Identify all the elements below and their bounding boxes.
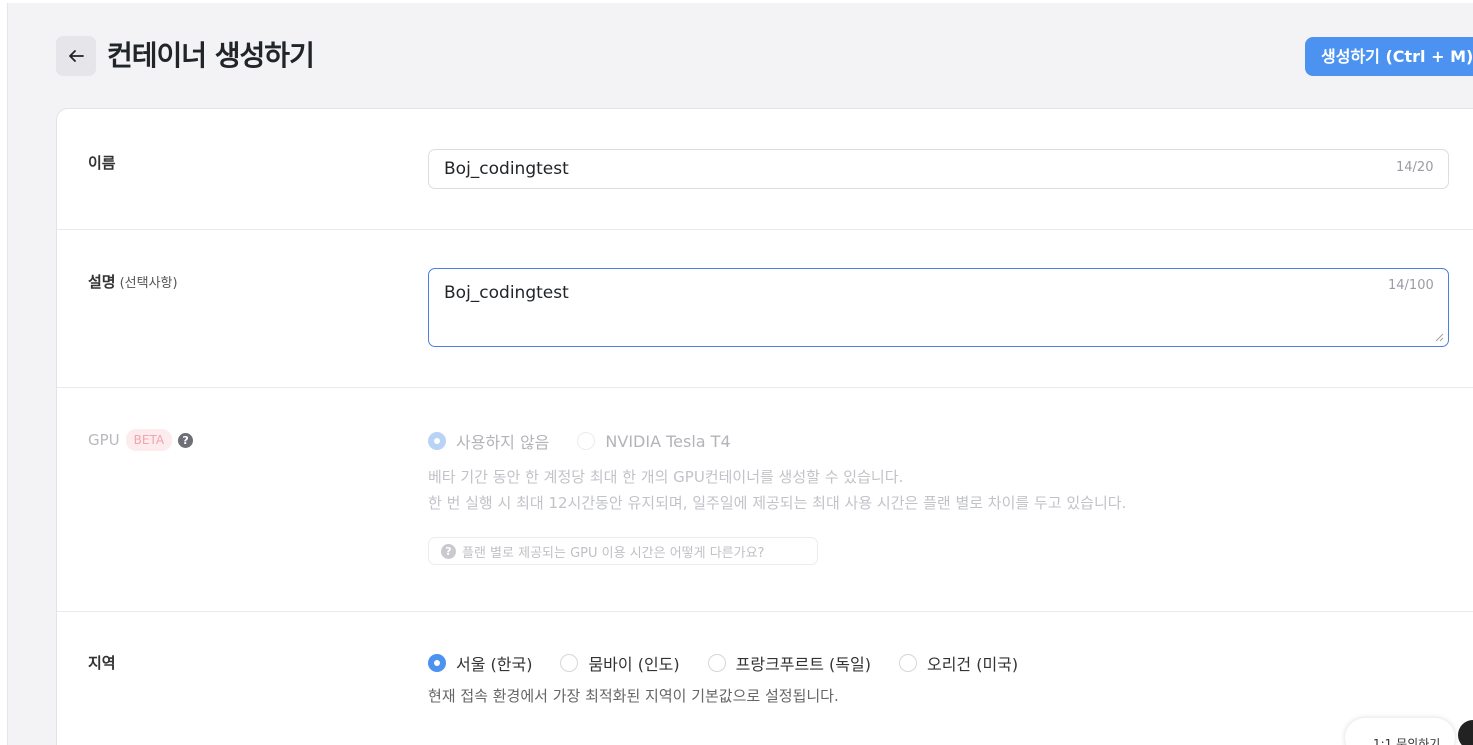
region-option-label: 서울 (한국) bbox=[456, 655, 533, 674]
gpu-help-text: 베타 기간 동안 한 계정당 최대 한 개의 GPU컨테이너를 생성할 수 있습… bbox=[428, 464, 1126, 516]
region-option-oregon[interactable]: 오리건 (미국) bbox=[898, 651, 1019, 675]
help-icon[interactable]: ? bbox=[178, 432, 194, 448]
top-edge bbox=[7, 0, 1473, 3]
radio-unselected-icon bbox=[577, 432, 596, 450]
region-option-label: 프랑크푸르트 (독일) bbox=[735, 655, 871, 674]
region-radio-group: 서울 (한국) 뭄바이 (인도) 프랑크푸르트 (독일) 오리건 (미국) bbox=[428, 651, 1046, 675]
region-option-frankfurt[interactable]: 프랑크푸르트 (독일) bbox=[707, 651, 871, 675]
chat-support-button[interactable]: 1:1 문의하기 bbox=[1345, 718, 1455, 745]
row-divider bbox=[57, 387, 1473, 388]
name-input[interactable]: Boj_codingtest bbox=[428, 149, 1449, 189]
region-option-mumbai[interactable]: 뭄바이 (인도) bbox=[560, 651, 680, 675]
arrow-left-icon bbox=[69, 50, 84, 62]
name-label: 이름 bbox=[88, 154, 116, 172]
gpu-faq-link[interactable]: ? 플랜 별로 제공되는 GPU 이용 시간은 어떻게 다른가요? bbox=[428, 537, 818, 565]
region-option-label: 뭄바이 (인도) bbox=[588, 655, 680, 674]
region-option-label: 오리건 (미국) bbox=[926, 655, 1019, 674]
gpu-label-group: GPU BETA ? bbox=[88, 428, 194, 452]
radio-unselected-icon bbox=[560, 654, 579, 672]
gpu-option-t4[interactable]: NVIDIA Tesla T4 bbox=[577, 431, 731, 451]
gpu-option-label: 사용하지 않음 bbox=[456, 433, 550, 452]
region-help-text: 현재 접속 환경에서 가장 최적화된 지역이 기본값으로 설정됩니다. bbox=[428, 687, 839, 705]
gpu-radio-group: 사용하지 않음 NVIDIA Tesla T4 bbox=[428, 429, 759, 453]
form-card bbox=[56, 108, 1473, 745]
description-label-text: 설명 bbox=[88, 273, 116, 291]
radio-selected-icon bbox=[428, 432, 446, 450]
description-counter: 14/100 bbox=[1388, 278, 1434, 293]
back-button[interactable] bbox=[56, 36, 96, 76]
resize-handle-icon[interactable] bbox=[1435, 333, 1444, 342]
page-title: 컨테이너 생성하기 bbox=[107, 39, 315, 72]
description-label: 설명 (선택사항) bbox=[88, 271, 178, 292]
row-divider bbox=[57, 611, 1473, 612]
radio-selected-icon bbox=[428, 654, 446, 672]
name-counter: 14/20 bbox=[1396, 160, 1434, 175]
gpu-option-none[interactable]: 사용하지 않음 bbox=[428, 429, 549, 453]
create-button[interactable]: 생성하기 (Ctrl + M) bbox=[1305, 37, 1473, 76]
description-label-optional: (선택사항) bbox=[119, 276, 178, 291]
gpu-faq-text: 플랜 별로 제공되는 GPU 이용 시간은 어떻게 다른가요? bbox=[462, 545, 765, 561]
radio-unselected-icon bbox=[898, 654, 917, 672]
gpu-help-line: 베타 기간 동안 한 계정당 최대 한 개의 GPU컨테이너를 생성할 수 있습… bbox=[428, 468, 904, 486]
gpu-help-line: 한 번 실행 시 최대 12시간동안 유지되며, 일주일에 제공되는 최대 사용… bbox=[428, 494, 1127, 512]
beta-badge: BETA bbox=[125, 429, 173, 451]
page: 컨테이너 생성하기 생성하기 (Ctrl + M) 이름 Boj_codingt… bbox=[0, 0, 1473, 745]
gpu-option-label: NVIDIA Tesla T4 bbox=[605, 431, 731, 451]
region-label: 지역 bbox=[88, 654, 116, 672]
gpu-label: GPU bbox=[88, 431, 120, 449]
radio-unselected-icon bbox=[707, 654, 726, 672]
region-option-seoul[interactable]: 서울 (한국) bbox=[428, 651, 532, 675]
row-divider bbox=[57, 229, 1473, 230]
question-icon: ? bbox=[441, 543, 456, 559]
left-sidebar-edge bbox=[0, 0, 8, 745]
description-textarea[interactable]: Boj_codingtest bbox=[428, 268, 1449, 347]
